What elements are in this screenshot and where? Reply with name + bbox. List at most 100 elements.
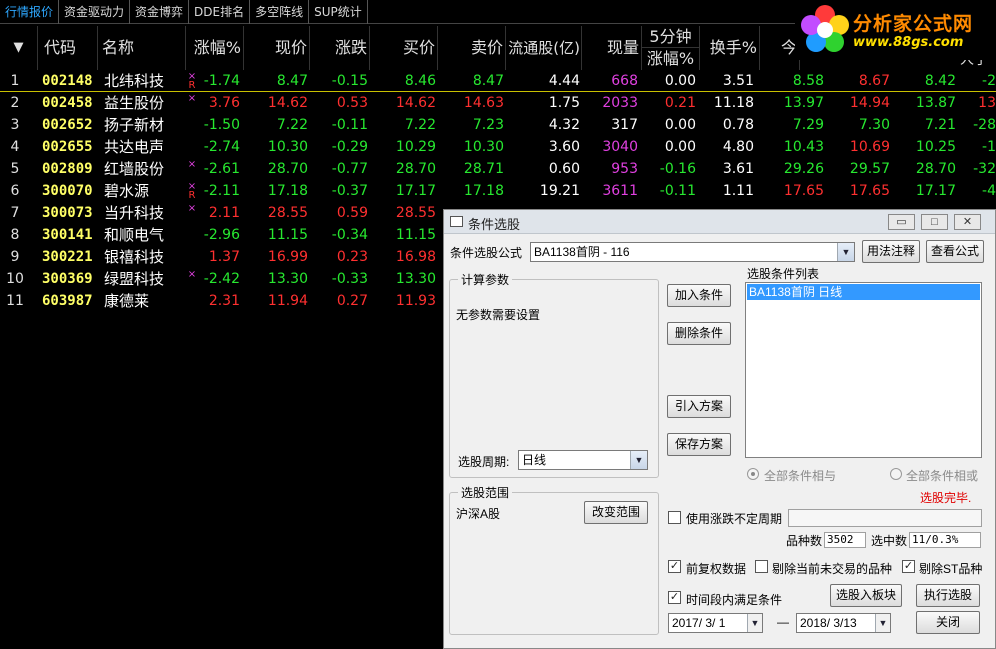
delete-condition-button[interactable]: 删除条件 [667,322,731,345]
open: 29.26 [783,161,824,177]
col-header-float-shares[interactable]: 流通股(亿) [506,26,582,70]
stock-flag: × [186,160,198,178]
price: 13.30 [267,271,308,287]
exclude-st-checkbox[interactable]: ✓ [902,560,915,573]
tab-dde-rank[interactable]: DDE排名 [189,0,251,24]
exclude-non-trading-label: 剔除当前未交易的品种 [772,562,893,576]
radio-or[interactable] [890,468,902,480]
tab-fund-game[interactable]: 资金博弈 [130,0,190,24]
ask: 28.71 [463,161,504,177]
table-row[interactable]: 3 002652 扬子新材 -1.50 7.22 -0.11 7.22 7.23… [0,114,996,136]
exclude-non-trading-checkbox[interactable] [755,560,768,573]
chevron-down-icon[interactable]: ▼ [875,614,890,632]
close-icon[interactable]: ✕ [954,214,981,230]
tab-long-short[interactable]: 多空阵线 [250,0,310,24]
float-shares: 0.60 [548,161,580,177]
turnover: 4.80 [722,139,754,155]
col-header-change-pct[interactable]: 涨幅% [186,26,244,70]
col-header-name[interactable]: 名称 [98,26,186,70]
row-index: 10 [6,271,24,287]
tab-quotes[interactable]: 行情报价 [0,0,60,24]
stock-flag: × R [186,182,198,200]
time-range-checkbox[interactable]: ✓ [668,591,681,604]
turnover: 3.51 [722,73,754,89]
ask: 10.30 [463,139,504,155]
change: -0.34 [331,227,368,243]
bid: 13.30 [395,271,436,287]
calc-params-group: 计算参数 无参数需要设置 选股周期: 日线 ▼ [449,271,659,478]
dialog-titlebar[interactable]: 条件选股 ▭ □ ✕ [444,210,995,234]
calc-params-title: 计算参数 [458,271,513,288]
col-header-five-min[interactable]: 5分钟 涨幅% [642,26,700,70]
uncertain-period-checkbox[interactable] [668,511,681,524]
table-row[interactable]: 6 300070 碧水源 × R -2.11 17.18 -0.37 17.17 … [0,180,996,202]
save-plan-button[interactable]: 保存方案 [667,433,731,456]
change-scope-button[interactable]: 改变范围 [584,501,648,524]
column-menu-button[interactable]: ▼ [0,26,38,70]
uncertain-period-field[interactable] [788,509,982,527]
row-index: 1 [10,73,20,89]
row-index: 2 [10,95,20,111]
add-to-block-button[interactable]: 选股入板块 [830,584,902,607]
date-to-picker[interactable]: 2018/ 3/13 ▼ [796,613,891,633]
flag-r: R [188,80,196,91]
chevron-down-icon[interactable]: ▼ [747,614,762,632]
col-header-turnover[interactable]: 换手% [700,26,760,70]
col-header-volume[interactable]: 现量 [582,26,642,70]
list-item[interactable]: BA1138首阴 日线 [747,284,980,300]
volume: 953 [611,161,638,177]
stock-flag: × R [186,72,198,90]
adjusted-data-checkbox[interactable]: ✓ [668,560,681,573]
open: 8.58 [792,73,824,89]
stock-name: 益生股份 [104,94,165,112]
stock-code: 300073 [42,205,93,221]
formula-value: BA1138首阴 - 116 [534,245,630,259]
bid: 8.46 [404,73,436,89]
close-button[interactable]: 关闭 [916,611,980,634]
minimize-icon[interactable]: ▭ [888,214,915,230]
low: 17.17 [915,183,956,199]
col-header-bid[interactable]: 买价 [370,26,438,70]
date-from-picker[interactable]: 2017/ 3/ 1 ▼ [668,613,763,633]
tab-sup-stats[interactable]: SUP统计 [309,0,368,24]
change-pct: -2.74 [203,139,240,155]
chevron-down-icon[interactable]: ▼ [837,243,854,261]
stock-code: 002148 [42,73,93,89]
volume: 668 [611,73,638,89]
price: 28.55 [267,205,308,221]
period-select[interactable]: 日线 ▼ [518,450,648,470]
table-row[interactable]: 5 002809 红墙股份 × -2.61 28.70 -0.77 28.70 … [0,158,996,180]
table-row[interactable]: 1 002148 北纬科技 × R -1.74 8.47 -0.15 8.46 8… [0,70,996,92]
chevron-down-icon[interactable]: ▼ [630,451,647,469]
ask: 14.63 [463,95,504,111]
stock-code: 002458 [42,95,93,111]
table-row[interactable]: 4 002655 共达电声 -2.74 10.30 -0.29 10.29 10… [0,136,996,158]
table-row[interactable]: 2 002458 益生股份 × 3.76 14.62 0.53 14.62 14… [0,92,996,114]
condition-list[interactable]: BA1138首阴 日线 [745,282,982,458]
maximize-icon[interactable]: □ [921,214,948,230]
price: 14.62 [267,95,308,111]
radio-and[interactable] [747,468,759,480]
col-header-open[interactable]: 今 [760,26,800,70]
ask: 8.47 [472,73,504,89]
flag-x: × [187,160,197,170]
stock-name: 绿盟科技 [104,270,165,288]
bid: 14.62 [395,95,436,111]
date-from-value: 2017/ 3/ 1 [672,616,726,630]
add-condition-button[interactable]: 加入条件 [667,284,731,307]
filter-status: 选股完毕. [920,491,972,505]
formula-select[interactable]: BA1138首阴 - 116 ▼ [530,242,855,262]
execute-filter-button[interactable]: 执行选股 [916,584,980,607]
view-formula-button[interactable]: 查看公式 [926,240,984,263]
col-header-code[interactable]: 代码 [38,26,98,70]
usage-notes-button[interactable]: 用法注释 [862,240,920,263]
tab-fund-driver[interactable]: 资金驱动力 [59,0,131,24]
float-shares: 1.75 [548,95,580,111]
stock-name: 红墙股份 [104,160,165,178]
import-plan-button[interactable]: 引入方案 [667,395,731,418]
col-header-price[interactable]: 现价 [244,26,310,70]
five-min-change: -0.16 [659,161,696,177]
flag-x: × [187,270,197,280]
col-header-change[interactable]: 涨跌 [310,26,370,70]
col-header-ask[interactable]: 卖价 [438,26,506,70]
